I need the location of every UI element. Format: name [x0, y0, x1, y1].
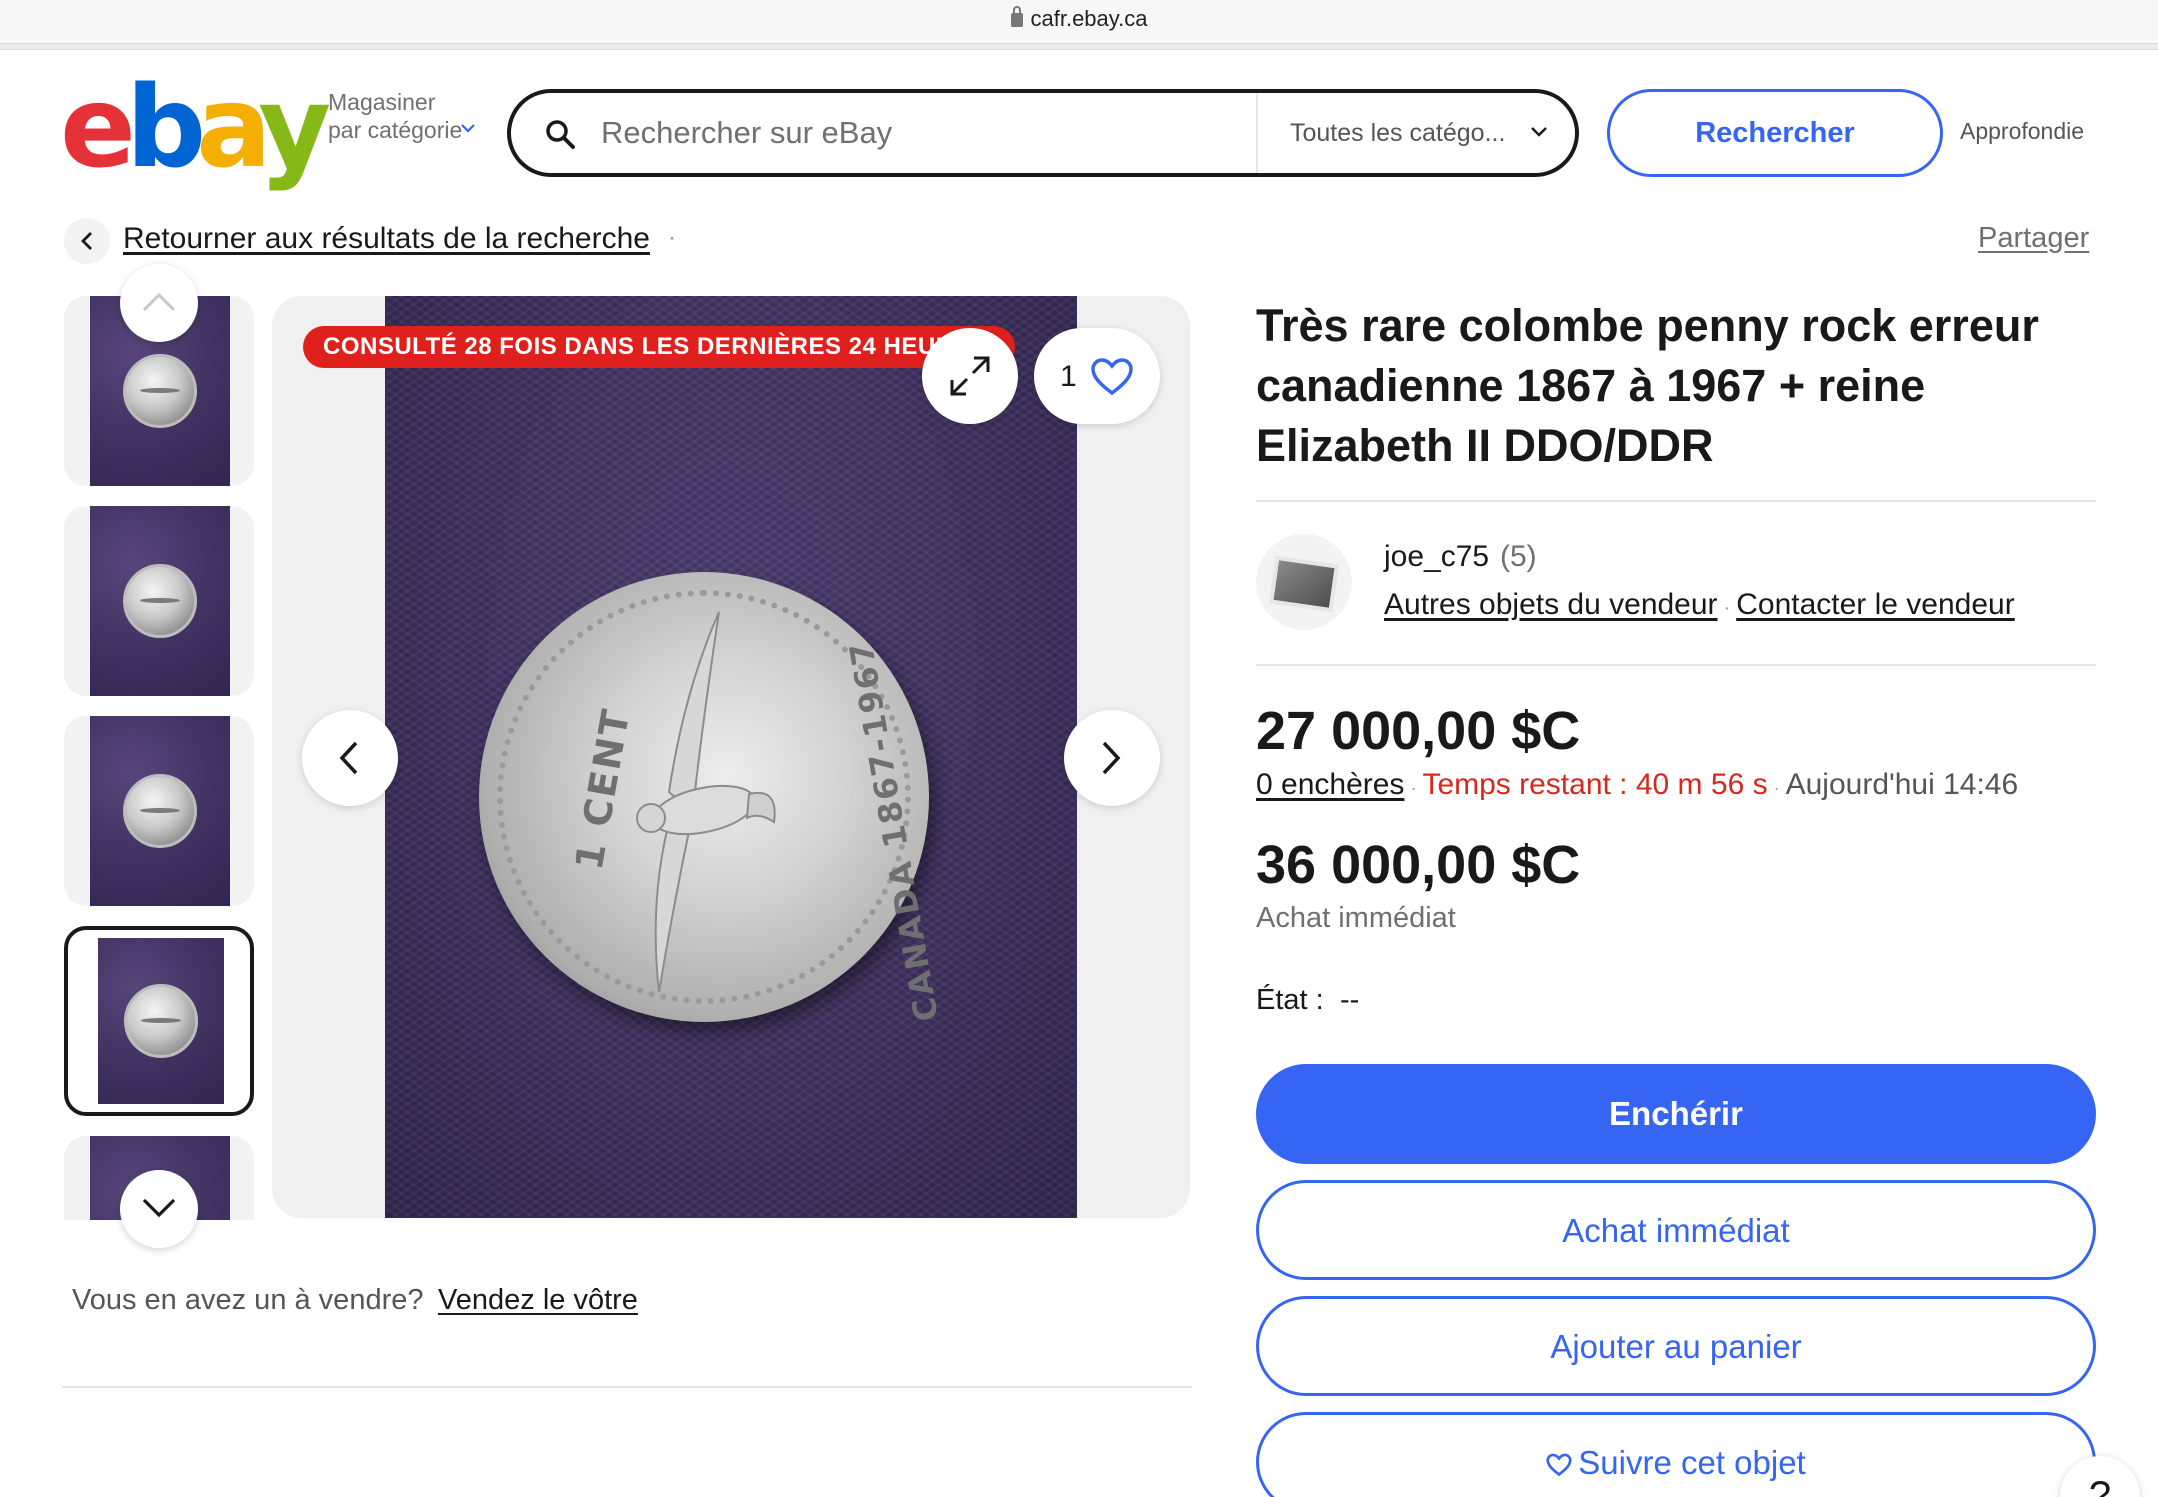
- ebay-logo[interactable]: ebay: [60, 72, 331, 184]
- search-icon: [546, 120, 575, 149]
- search-bar: Toutes les catégo...: [507, 89, 1579, 177]
- browser-url-bar: cafr.ebay.ca: [0, 0, 2158, 50]
- lock-icon: [1010, 6, 1023, 27]
- advanced-search-link[interactable]: Approfondie: [1960, 118, 2084, 145]
- category-select[interactable]: Toutes les catégo...: [1256, 93, 1576, 173]
- end-time: Aujourd'hui 14:46: [1785, 768, 2019, 801]
- views-badge: CONSULTÉ 28 FOIS DANS LES DERNIÈRES 24 H…: [303, 326, 1015, 368]
- expand-icon: [950, 356, 990, 396]
- chevron-down-icon: [1531, 127, 1547, 137]
- seller-avatar[interactable]: [1256, 534, 1352, 630]
- seller-other-items-link[interactable]: Autres objets du vendeur: [1384, 588, 1718, 621]
- chevron-down-icon: [142, 1198, 176, 1218]
- divider: [1256, 500, 2096, 502]
- tab-strip: [0, 44, 2158, 50]
- separator-dot: ·: [1723, 597, 1731, 619]
- search-button[interactable]: Rechercher: [1607, 89, 1943, 177]
- heart-icon: [1546, 1453, 1572, 1477]
- dove-icon: [636, 611, 776, 993]
- search-input[interactable]: [601, 93, 1251, 173]
- back-button[interactable]: [64, 218, 110, 264]
- thumbnail-selected[interactable]: [64, 926, 254, 1116]
- seller-links: Autres objets du vendeur · Contacter le ve…: [1384, 588, 2015, 622]
- thumbnails-scroll-down-button[interactable]: [120, 1170, 198, 1248]
- thumbnail[interactable]: [64, 506, 254, 696]
- url-display[interactable]: cafr.ebay.ca: [0, 6, 2158, 32]
- chevron-up-icon: [142, 292, 176, 312]
- separator-dot: ·: [668, 224, 676, 251]
- add-to-cart-button[interactable]: Ajouter au panier: [1256, 1296, 2096, 1396]
- condition-value: --: [1340, 984, 1360, 1016]
- condition-label: État :: [1256, 984, 1324, 1016]
- seller-feedback-score: (5): [1500, 540, 1537, 573]
- divider: [1256, 664, 2096, 666]
- sell-yours-link[interactable]: Vendez le vôtre: [438, 1284, 638, 1317]
- sell-question: Vous en avez un à vendre?: [72, 1284, 424, 1316]
- buy-now-label: Achat immédiat: [1256, 902, 1456, 934]
- share-link[interactable]: Partager: [1978, 222, 2089, 255]
- bids-count-link[interactable]: 0 enchères: [1256, 768, 1404, 801]
- buy-now-button[interactable]: Achat immédiat: [1256, 1180, 2096, 1280]
- contact-seller-link[interactable]: Contacter le vendeur: [1736, 588, 2015, 621]
- shop-by-category[interactable]: Magasiner par catégorie: [328, 88, 468, 144]
- thumbnails-scroll-up-button[interactable]: [120, 264, 198, 342]
- expand-image-button[interactable]: [922, 328, 1018, 424]
- thumbnail-strip: [62, 296, 256, 1220]
- back-to-results-link[interactable]: Retourner aux résultats de la recherche: [123, 222, 650, 256]
- chevron-left-icon: [81, 232, 92, 250]
- place-bid-button[interactable]: Enchérir: [1256, 1064, 2096, 1164]
- watch-item-label: Suivre cet objet: [1578, 1444, 1806, 1481]
- chevron-left-icon: [339, 741, 358, 775]
- thumbnail[interactable]: [64, 716, 254, 906]
- buy-now-price: 36 000,00 $C: [1256, 835, 1581, 895]
- time-left: Temps restant : 40 m 56 s: [1422, 768, 1768, 801]
- category-select-label: Toutes les catégo...: [1290, 119, 1506, 147]
- current-bid-price: 27 000,00 $C: [1256, 701, 1581, 761]
- chevron-down-icon: [461, 124, 475, 133]
- heart-icon: [1091, 358, 1133, 396]
- item-title: Très rare colombe penny rock erreur cana…: [1256, 300, 2039, 471]
- coin-image: 1 CENT CANADA 1867-1967: [479, 572, 946, 1024]
- bid-info-row: 0 enchères · Temps restant : 40 m 56 s · Auj…: [1256, 768, 2018, 802]
- watch-count-button[interactable]: 1: [1034, 328, 1160, 424]
- previous-image-button[interactable]: [302, 710, 398, 806]
- watch-item-button[interactable]: Suivre cet objet: [1256, 1412, 2096, 1497]
- chevron-right-icon: [1102, 741, 1121, 775]
- seller-name[interactable]: joe_c75: [1384, 540, 1489, 574]
- next-image-button[interactable]: [1064, 710, 1160, 806]
- separator-dot: ·: [1410, 778, 1417, 798]
- divider: [62, 1386, 1192, 1388]
- watch-count: 1: [1060, 360, 1077, 393]
- separator-dot: ·: [1773, 778, 1780, 798]
- url-text: cafr.ebay.ca: [1030, 6, 1148, 31]
